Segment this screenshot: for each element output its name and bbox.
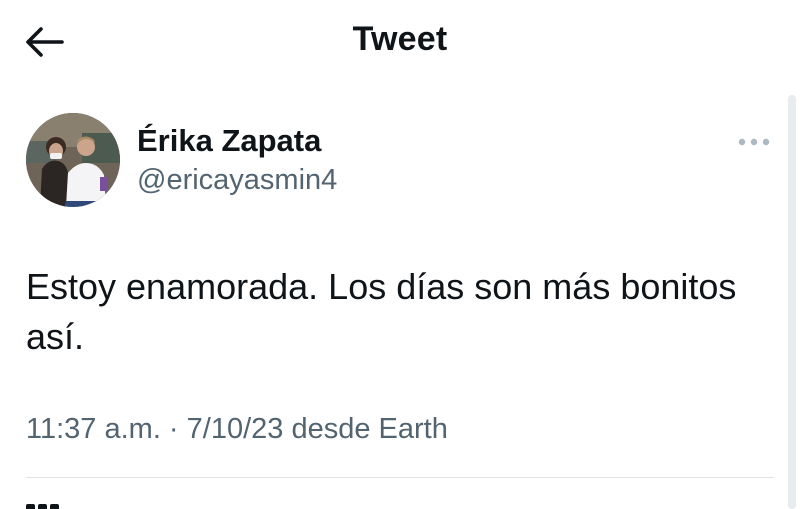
page-title: Tweet: [352, 20, 448, 58]
avatar[interactable]: [26, 113, 120, 207]
stats-row-partial: [26, 500, 66, 509]
tweet-text: Estoy enamorada. Los días son más bonito…: [26, 266, 737, 357]
more-options-button[interactable]: [734, 130, 774, 154]
top-bar: Tweet: [0, 0, 800, 84]
scrollbar[interactable]: [788, 95, 796, 509]
divider: [26, 477, 774, 478]
author-handle[interactable]: @ericayasmin4: [137, 164, 337, 197]
avatar-photo: [26, 113, 120, 207]
more-horizontal-icon: [738, 138, 770, 146]
tweet-timestamp[interactable]: 11:37 a.m. · 7/10/23 desde Earth: [26, 413, 448, 446]
author-name[interactable]: Érika Zapata: [137, 123, 321, 159]
